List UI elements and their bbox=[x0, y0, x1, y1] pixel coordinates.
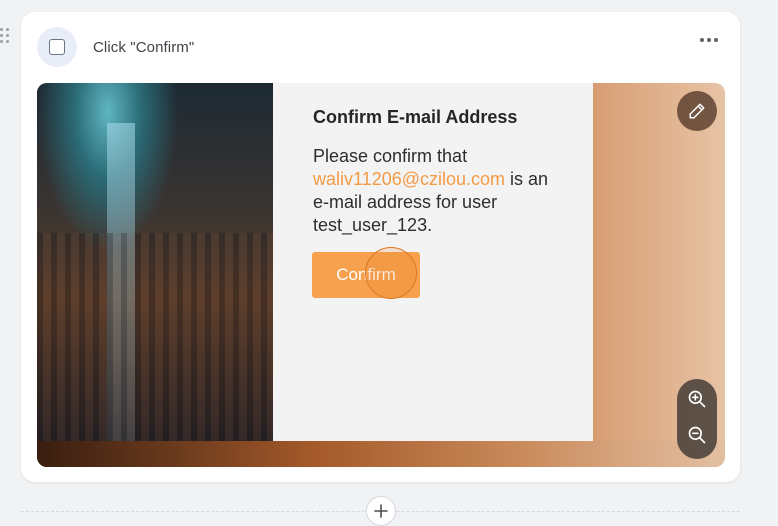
dialog-title: Confirm E-mail Address bbox=[313, 107, 518, 127]
step-checkbox[interactable] bbox=[49, 39, 65, 55]
dialog-message: Please confirm that waliv11206@czilou.co… bbox=[313, 145, 563, 237]
zoom-out-icon bbox=[688, 426, 706, 444]
step-screenshot: Confirm E-mail Address Please confirm th… bbox=[37, 83, 725, 467]
zoom-in-button[interactable] bbox=[677, 381, 717, 417]
confirm-email-dialog: Confirm E-mail Address Please confirm th… bbox=[273, 83, 593, 441]
pencil-icon bbox=[689, 103, 705, 119]
drag-handle-icon[interactable] bbox=[0, 28, 12, 46]
message-prefix: Please confirm that bbox=[313, 146, 468, 166]
zoom-controls bbox=[677, 379, 717, 459]
background-artwork bbox=[37, 83, 273, 441]
email-link[interactable]: waliv11206@czilou.com bbox=[313, 169, 505, 189]
edit-button[interactable] bbox=[677, 91, 717, 131]
step-checkbox-wrapper[interactable] bbox=[37, 27, 77, 67]
confirm-button[interactable]: Confirm bbox=[312, 247, 420, 299]
click-indicator bbox=[365, 247, 417, 299]
more-options-icon[interactable] bbox=[696, 30, 722, 50]
step-card: Click "Confirm" Confirm E-mail Address P… bbox=[21, 12, 740, 482]
zoom-in-icon bbox=[688, 390, 706, 408]
step-title[interactable]: Click "Confirm" bbox=[93, 39, 194, 56]
zoom-out-button[interactable] bbox=[677, 417, 717, 453]
add-step-button[interactable] bbox=[366, 496, 396, 526]
background-strip bbox=[37, 441, 725, 467]
plus-icon bbox=[374, 504, 388, 518]
